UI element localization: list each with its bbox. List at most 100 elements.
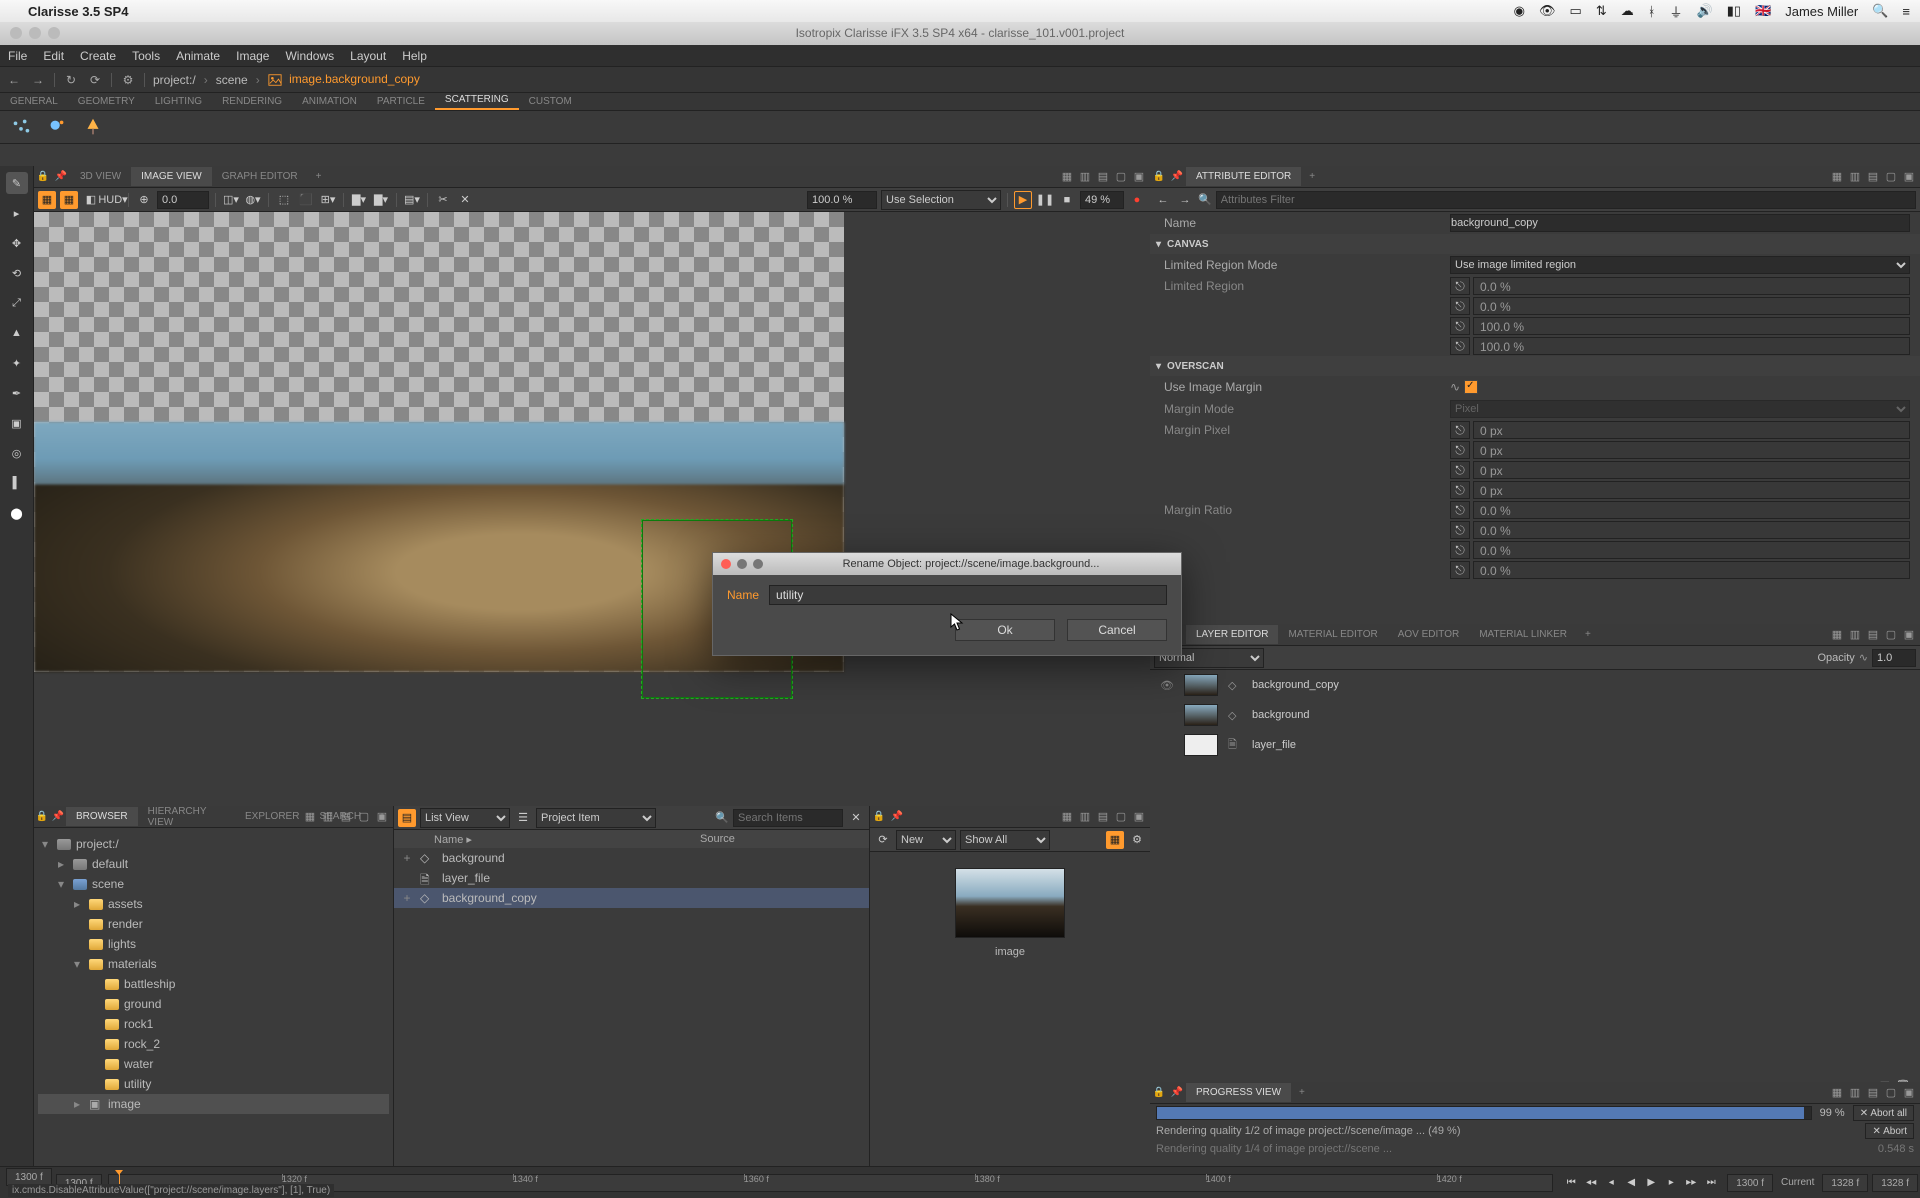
point-cloud-icon[interactable] [46,116,68,138]
image-viewport[interactable] [34,212,1150,806]
maximize-icon[interactable]: ▢ [1884,628,1898,642]
menu-tools[interactable]: Tools [132,49,160,63]
refresh-icon[interactable]: ↻ [63,72,79,88]
spotlight-icon[interactable]: 🔍 [1872,3,1888,19]
tree-node[interactable]: assets [108,897,143,911]
shelf-tab-custom[interactable]: CUSTOM [519,93,582,110]
attr-value[interactable]: 100.0 % [1473,337,1910,355]
store-icon[interactable]: ▤▾ [403,191,421,209]
split-h-icon[interactable]: ▤ [1866,1086,1880,1100]
pin-icon[interactable]: 📌 [888,811,906,822]
attr-value[interactable]: 0 px [1473,481,1910,499]
split-v-icon[interactable]: ▥ [1078,170,1092,184]
checker2-icon[interactable]: ▦ [60,191,78,209]
grid-icon[interactable]: ▦ [1060,810,1074,824]
menu-help[interactable]: Help [402,49,427,63]
menu-edit[interactable]: Edit [43,49,64,63]
split-h-icon[interactable]: ▤ [339,810,353,824]
opacity-field[interactable] [1872,649,1916,667]
keyframe-icon[interactable]: ⎋ [1450,317,1470,335]
list-row[interactable]: 🗎layer_file [394,868,869,888]
status-icon[interactable]: ◉ [1514,3,1525,19]
keyframe-icon[interactable]: ⎋ [1450,421,1470,439]
maximize-icon[interactable]: ▢ [1114,170,1128,184]
abort-all-button[interactable]: ✕ Abort all [1853,1105,1914,1121]
tab-grapheditor[interactable]: GRAPH EDITOR [212,167,308,186]
list-icon[interactable]: ▤ [398,809,416,827]
lut-icon[interactable]: ◍▾ [244,191,262,209]
lock-icon[interactable]: 🔒 [870,811,888,822]
go-end-icon[interactable]: ⏭ [1703,1175,1719,1191]
zoom-field[interactable] [807,191,877,209]
tab-attribute-editor[interactable]: ATTRIBUTE EDITOR [1186,167,1301,186]
play-back-icon[interactable]: ◀ [1623,1175,1639,1191]
gear-icon[interactable]: ⚙ [120,72,136,88]
color-swatch-icon[interactable]: ▇▾ [350,191,368,209]
ruler-tool-icon[interactable]: ▌ [6,472,28,494]
tab-hierarchy[interactable]: HIERARCHY VIEW [138,802,235,832]
tab-browser[interactable]: BROWSER [66,807,138,826]
scatter-icon[interactable] [10,116,32,138]
pen-tool-icon[interactable]: ✒ [6,382,28,404]
tree-node[interactable]: lights [108,937,136,951]
add-tab-icon[interactable]: + [1291,1083,1313,1102]
scale-tool-icon[interactable]: ⤢ [6,292,28,314]
split-h-icon[interactable]: ▤ [1096,170,1110,184]
show-select[interactable]: Show All [960,830,1050,850]
tab-aov-editor[interactable]: AOV EDITOR [1388,625,1470,644]
eye-icon[interactable]: 👁 [1160,679,1174,692]
checker-icon[interactable]: ▦ [38,191,56,209]
dialog-name-input[interactable] [769,585,1167,605]
keyframe-icon[interactable]: ⎋ [1450,297,1470,315]
grid-icon[interactable]: ▦ [1830,170,1844,184]
attr-value[interactable]: 0.0 % [1473,501,1910,519]
lock-icon[interactable]: 🔒 [34,171,52,182]
shelf-tab-rendering[interactable]: RENDERING [212,93,292,110]
list-row-selected[interactable]: +◇background_copy [394,888,869,908]
cloud-icon[interactable]: ☁ [1621,3,1634,19]
tree-icon[interactable] [82,116,104,138]
list-row[interactable]: +◇background [394,848,869,868]
pin-icon[interactable]: 📌 [50,811,66,822]
tree-node[interactable]: ground [124,997,161,1011]
split-v-icon[interactable]: ▥ [321,810,335,824]
channels-icon[interactable]: ◫▾ [222,191,240,209]
tab-progress[interactable]: PROGRESS VIEW [1186,1083,1291,1102]
window-controls[interactable] [10,27,60,39]
shelf-tab-animation[interactable]: ANIMATION [292,93,367,110]
menu-icon[interactable]: ≡ [1902,4,1910,19]
target-tool-icon[interactable]: ◎ [6,442,28,464]
tree-node[interactable]: utility [124,1077,151,1091]
col-name[interactable]: Name ▸ [394,833,694,846]
maximize-icon[interactable]: ▢ [1114,810,1128,824]
layer-row[interactable]: ◇background [1150,700,1920,730]
split-h-icon[interactable]: ▤ [1096,810,1110,824]
keyframe-icon[interactable]: ⎋ [1450,541,1470,559]
tree-node[interactable]: scene [92,877,124,891]
add-tab-icon[interactable]: + [1301,167,1323,186]
go-start-icon[interactable]: ⏮ [1563,1175,1579,1191]
keyframe-icon[interactable]: ⎋ [1450,441,1470,459]
split-v-icon[interactable]: ▥ [1848,170,1862,184]
dialog-titlebar[interactable]: Rename Object: project://scene/image.bac… [713,553,1181,575]
clear-icon[interactable]: ✕ [456,191,474,209]
close-dot-icon[interactable] [721,559,731,569]
bluetooth-icon[interactable]: ᚼ [1648,4,1656,19]
preview-thumbnail[interactable] [955,868,1065,938]
minimize-dot-icon[interactable] [737,559,747,569]
dropbox-icon[interactable]: ⇅ [1596,3,1607,19]
filter-select[interactable]: Project Item [536,808,656,828]
status-icon[interactable]: 👁 [1539,3,1556,19]
grid-icon[interactable]: ▦ [1060,170,1074,184]
list-body[interactable]: +◇background 🗎layer_file +◇background_co… [394,848,869,1166]
picker-icon[interactable]: ◧ [82,191,100,209]
link-icon[interactable]: ◇ [1228,709,1242,722]
attr-name-field[interactable] [1450,214,1910,232]
tab-material-editor[interactable]: MATERIAL EDITOR [1278,625,1387,644]
lock-icon[interactable]: 🔒 [1150,171,1168,182]
add-tab-icon[interactable]: + [1577,625,1599,644]
play-icon[interactable]: ▶ [1014,191,1032,209]
tab-layer-editor[interactable]: LAYER EDITOR [1186,625,1278,644]
section-canvas[interactable]: ▾CANVAS [1150,234,1920,254]
breadcrumb-scene[interactable]: scene [216,73,248,87]
